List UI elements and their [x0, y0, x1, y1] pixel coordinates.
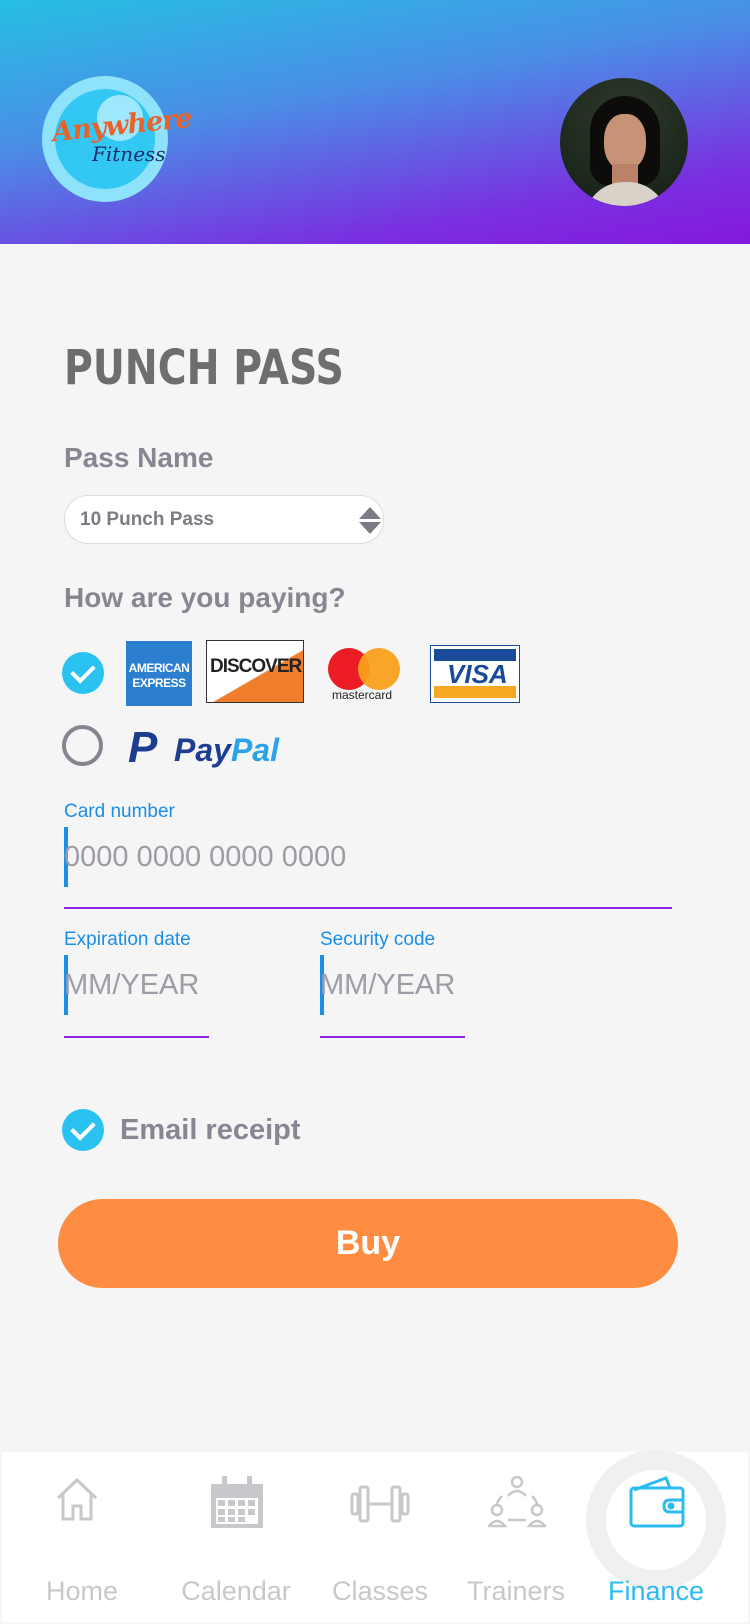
expiration-label: Expiration date	[64, 929, 191, 950]
logo-text-fitness: Fitness	[92, 142, 166, 166]
select-arrows-icon	[359, 507, 381, 535]
paypal-logo-icon: P PayPal	[128, 723, 279, 772]
paypal-radio[interactable]	[62, 725, 103, 766]
card-number-placeholder: 0000 0000 0000 0000	[64, 841, 347, 873]
card-number-input[interactable]: 0000 0000 0000 0000	[64, 827, 672, 909]
home-icon	[56, 1477, 98, 1521]
wallet-icon	[629, 1476, 685, 1528]
mastercard-logo-icon: mastercard	[326, 648, 406, 702]
app-header: Anywhere Fitness	[0, 0, 750, 244]
card-number-label: Card number	[64, 801, 175, 822]
pass-name-value: 10 Punch Pass	[80, 509, 215, 530]
dumbbell-icon	[350, 1485, 410, 1523]
nav-item-finance[interactable]: Finance	[596, 1450, 716, 1624]
nav-label-home: Home	[45, 1576, 119, 1606]
security-code-placeholder: MM/YEAR	[320, 969, 456, 1001]
user-avatar[interactable]	[560, 78, 688, 206]
page-title: PUNCH PASS	[64, 340, 344, 396]
discover-logo-icon: DISCOVER	[206, 640, 304, 703]
nav-label-trainers: Trainers	[466, 1576, 566, 1606]
calendar-icon	[211, 1476, 263, 1528]
paying-label: How are you paying?	[64, 582, 346, 613]
buy-button[interactable]: Buy	[58, 1199, 678, 1288]
visa-logo-icon: VISA	[430, 645, 520, 703]
email-receipt-checkbox[interactable]	[62, 1109, 104, 1151]
security-code-label: Security code	[320, 929, 436, 950]
nav-item-classes[interactable]: Classes	[320, 1450, 440, 1624]
email-receipt-label: Email receipt	[120, 1114, 301, 1146]
bottom-nav: Home Calendar Classes Trainers Finance	[0, 1450, 750, 1624]
pass-name-label: Pass Name	[64, 442, 214, 473]
nav-label-calendar: Calendar	[181, 1576, 291, 1606]
nav-label-classes: Classes	[331, 1576, 429, 1606]
expiration-input[interactable]: MM/YEAR	[64, 955, 209, 1038]
nav-item-calendar[interactable]: Calendar	[175, 1450, 297, 1624]
security-code-input[interactable]: MM/YEAR	[320, 955, 465, 1038]
nav-item-trainers[interactable]: Trainers	[456, 1450, 576, 1624]
nav-item-home[interactable]: Home	[22, 1450, 142, 1624]
cards-radio-checked[interactable]	[62, 652, 104, 694]
trainers-icon	[488, 1475, 546, 1528]
amex-logo-icon: AMERICAN EXPRESS	[126, 641, 192, 706]
nav-label-finance: Finance	[607, 1576, 705, 1606]
expiration-placeholder: MM/YEAR	[64, 969, 200, 1001]
pass-name-select[interactable]: 10 Punch Pass	[64, 495, 384, 544]
